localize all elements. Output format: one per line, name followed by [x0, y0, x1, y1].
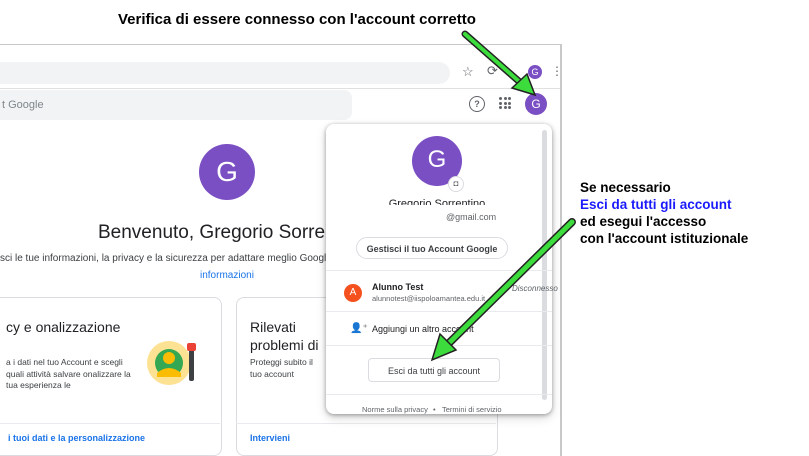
annotation-arrows: [430, 30, 576, 362]
arrow-signout-icon: [430, 218, 576, 362]
arrow-top-icon: [461, 30, 537, 97]
